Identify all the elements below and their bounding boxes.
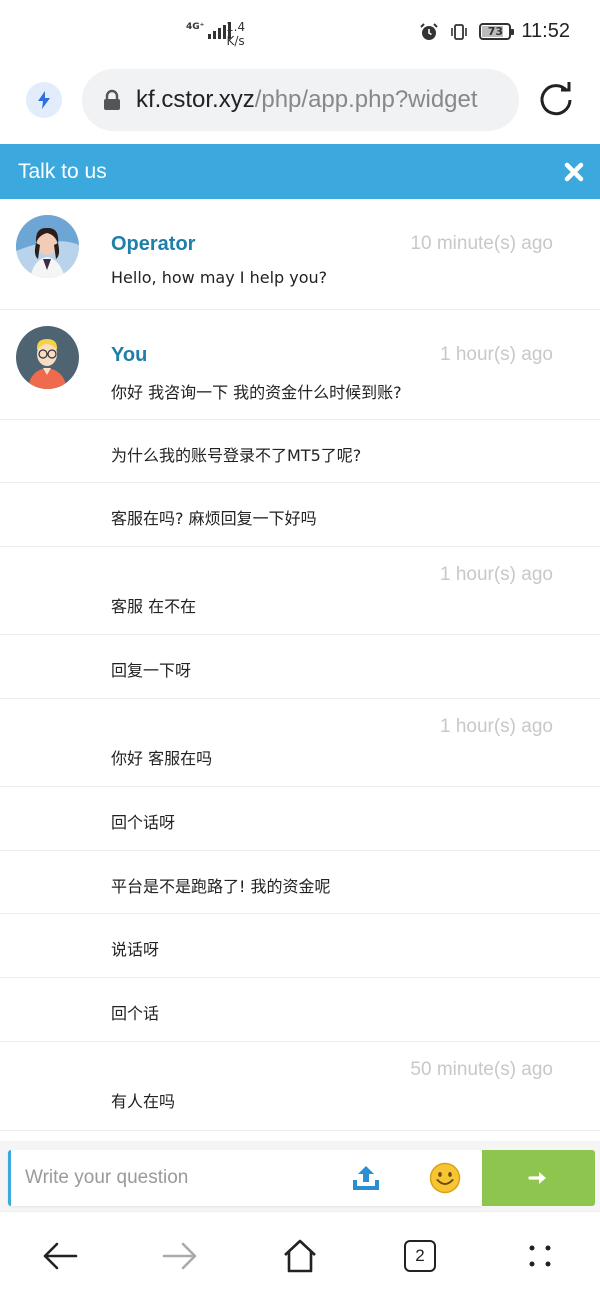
- speed-unit: K/s: [226, 34, 245, 48]
- smiley-icon[interactable]: [429, 1162, 461, 1194]
- message-time: 1 hour(s) ago: [439, 716, 553, 737]
- message-user: 回复一下呀: [0, 635, 600, 699]
- network-speed: 1.4 K/s: [226, 20, 245, 48]
- sender-name: Operator: [111, 233, 196, 255]
- reload-icon[interactable]: [537, 81, 575, 119]
- address-bar[interactable]: kf.cstor.xyz/php/app.php?widget: [82, 69, 519, 131]
- clock: 11:52: [521, 20, 570, 42]
- close-icon[interactable]: [564, 162, 584, 182]
- arrow-left-icon: [43, 1242, 78, 1270]
- message-user: 1 hour(s) ago 你好 客服在吗: [0, 699, 600, 787]
- url-host: kf.cstor.xyz: [136, 86, 255, 113]
- message-text: 平台是不是跑路了! 我的资金呢: [111, 877, 331, 896]
- browser-bottom-nav: 2: [0, 1211, 600, 1299]
- message-time: 1 hour(s) ago: [439, 344, 553, 365]
- alarm-icon: [420, 22, 439, 40]
- message-user: 说话呀: [0, 914, 600, 978]
- composer-box: [8, 1150, 482, 1206]
- message-time: 10 minute(s) ago: [410, 233, 553, 254]
- message-text: 回个话: [111, 1004, 160, 1023]
- message-text: 客服在吗? 麻烦回复一下好吗: [111, 509, 317, 528]
- message-list: Operator 10 minute(s) ago Hello, how may…: [0, 199, 600, 1139]
- arrow-right-icon: [527, 1172, 546, 1184]
- message-text: 你好 我咨询一下 我的资金什么时候到账?: [111, 383, 402, 402]
- menu-button[interactable]: [520, 1236, 560, 1276]
- message-text: 你好 客服在吗: [111, 749, 213, 768]
- user-avatar: [16, 326, 79, 389]
- url-path: /php/app.php?widget: [254, 86, 478, 113]
- message-text: 有人在吗: [111, 1092, 176, 1111]
- message-user: 回个话呀: [0, 787, 600, 851]
- message-user: 50 minute(s) ago 有人在吗: [0, 1042, 600, 1131]
- composer: [0, 1141, 600, 1211]
- message-user: 为什么我的账号登录不了MT5了呢?: [0, 420, 600, 483]
- question-input[interactable]: [25, 1150, 345, 1206]
- message-text: 说话呀: [111, 940, 160, 959]
- message-text: 回复一下呀: [111, 661, 192, 680]
- signal-icon: 4G⁺: [186, 22, 232, 39]
- url-text: kf.cstor.xyz/php/app.php?widget: [136, 86, 478, 114]
- tabs-button[interactable]: 2: [400, 1236, 440, 1276]
- operator-avatar: [16, 215, 79, 278]
- battery-level: 73: [487, 25, 504, 38]
- dots-grid-icon: [529, 1245, 551, 1267]
- message-user: 客服在吗? 麻烦回复一下好吗: [0, 483, 600, 547]
- message-text: 回个话呀: [111, 813, 176, 832]
- browser-toolbar: kf.cstor.xyz/php/app.php?widget: [0, 66, 600, 144]
- message-text: 客服 在不在: [111, 597, 197, 616]
- forward-button[interactable]: [160, 1236, 200, 1276]
- message-user: You 1 hour(s) ago 你好 我咨询一下 我的资金什么时候到账?: [0, 310, 600, 420]
- chat-title: Talk to us: [18, 159, 107, 183]
- bolt-icon[interactable]: [26, 82, 62, 118]
- back-button[interactable]: [40, 1236, 80, 1276]
- home-button[interactable]: [280, 1236, 320, 1276]
- sender-name: You: [111, 344, 148, 366]
- status-bar: 4G⁺ 1.4 K/s 73 11:52: [0, 0, 600, 66]
- message-text: 为什么我的账号登录不了MT5了呢?: [111, 446, 362, 465]
- battery-icon: 73: [479, 23, 515, 40]
- vibrate-icon: [451, 23, 468, 40]
- lock-icon: [104, 89, 120, 110]
- message-text: Hello, how may I help you?: [111, 268, 328, 287]
- message-operator: Operator 10 minute(s) ago Hello, how may…: [0, 199, 600, 310]
- home-icon: [284, 1239, 316, 1273]
- arrow-right-icon: [162, 1242, 197, 1270]
- message-user: 平台是不是跑路了! 我的资金呢: [0, 851, 600, 914]
- network-type: 4G⁺: [186, 22, 205, 32]
- upload-icon[interactable]: [351, 1164, 381, 1192]
- tab-count: 2: [404, 1240, 436, 1272]
- message-time: 50 minute(s) ago: [410, 1059, 553, 1080]
- chat-header: Talk to us: [0, 144, 600, 199]
- status-icons: 73 11:52: [419, 20, 570, 43]
- speed-value: 1.4: [226, 20, 246, 34]
- message-time: 1 hour(s) ago: [439, 564, 553, 585]
- send-button[interactable]: [482, 1150, 595, 1206]
- message-user: 回个话: [0, 978, 600, 1042]
- message-user: 1 hour(s) ago 客服 在不在: [0, 547, 600, 635]
